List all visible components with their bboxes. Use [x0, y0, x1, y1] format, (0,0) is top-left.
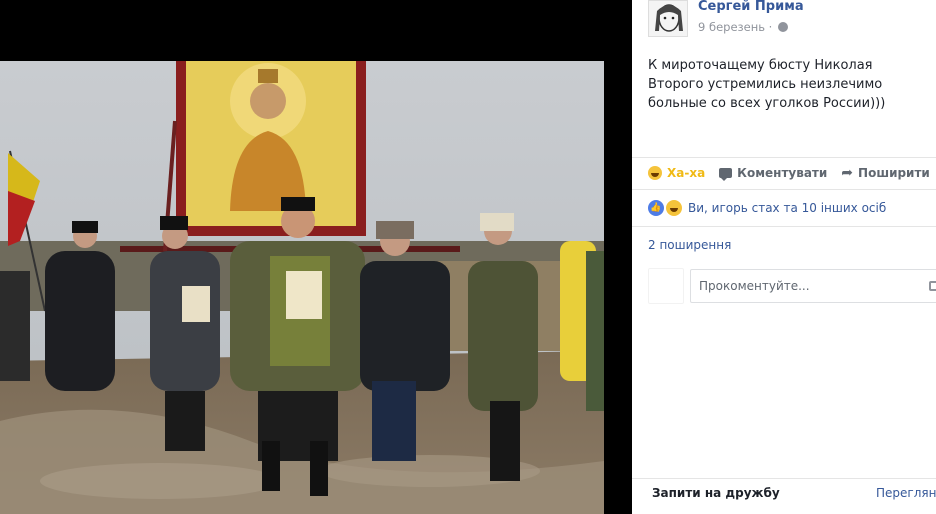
- haha-emoji-icon: [648, 166, 662, 180]
- post-text: К мироточащему бюсту Николая Второго уст…: [648, 58, 886, 111]
- share-label: Поширити: [858, 166, 930, 180]
- reaction-label: Ха-ха: [667, 166, 706, 180]
- post-date[interactable]: 9 березень ·: [698, 20, 772, 34]
- post-meta: 9 березень ·: [698, 20, 789, 34]
- divider: [632, 478, 936, 479]
- like-icon: 👍: [648, 200, 664, 216]
- avatar-drawing: [649, 1, 687, 36]
- post-actions: Ха-ха Коментувати ➦ Поширити: [648, 165, 936, 181]
- friend-requests-link[interactable]: Переглянути: [876, 486, 936, 500]
- photo-illustration: [0, 61, 604, 514]
- comment-icon: [719, 168, 733, 181]
- viewer-avatar: [648, 268, 684, 304]
- post-side-panel: Сергей Прима 9 березень · К мироточащему…: [632, 0, 936, 514]
- share-button[interactable]: ➦ Поширити: [841, 165, 930, 181]
- reactions-text: Ви, игорь стах та 10 інших осіб: [688, 201, 887, 215]
- shares-count[interactable]: 2 поширення: [648, 238, 731, 252]
- comment-button[interactable]: Коментувати: [719, 166, 828, 181]
- camera-icon[interactable]: [929, 281, 936, 291]
- comment-label: Коментувати: [737, 166, 828, 180]
- haha-reaction-icon: [666, 200, 682, 216]
- divider: [632, 157, 936, 158]
- comment-composer: Прокоментуйте...: [648, 268, 936, 304]
- post-photo[interactable]: [0, 61, 604, 514]
- comment-input[interactable]: Прокоментуйте...: [690, 269, 936, 303]
- reactions-summary[interactable]: 👍 Ви, игорь стах та 10 інших осіб: [648, 200, 886, 216]
- globe-icon: [778, 22, 789, 32]
- friend-requests-bar: Запити на дружбу Переглянути: [632, 478, 936, 514]
- share-icon: ➦: [841, 165, 854, 181]
- author-name[interactable]: Сергей Прима: [698, 0, 804, 14]
- icon-painting: [176, 61, 366, 236]
- friend-requests-title: Запити на дружбу: [652, 486, 780, 500]
- divider: [632, 189, 936, 190]
- reaction-button[interactable]: Ха-ха: [648, 166, 705, 180]
- author-avatar[interactable]: [648, 0, 688, 37]
- divider: [632, 226, 936, 227]
- comment-placeholder: Прокоментуйте...: [699, 279, 810, 293]
